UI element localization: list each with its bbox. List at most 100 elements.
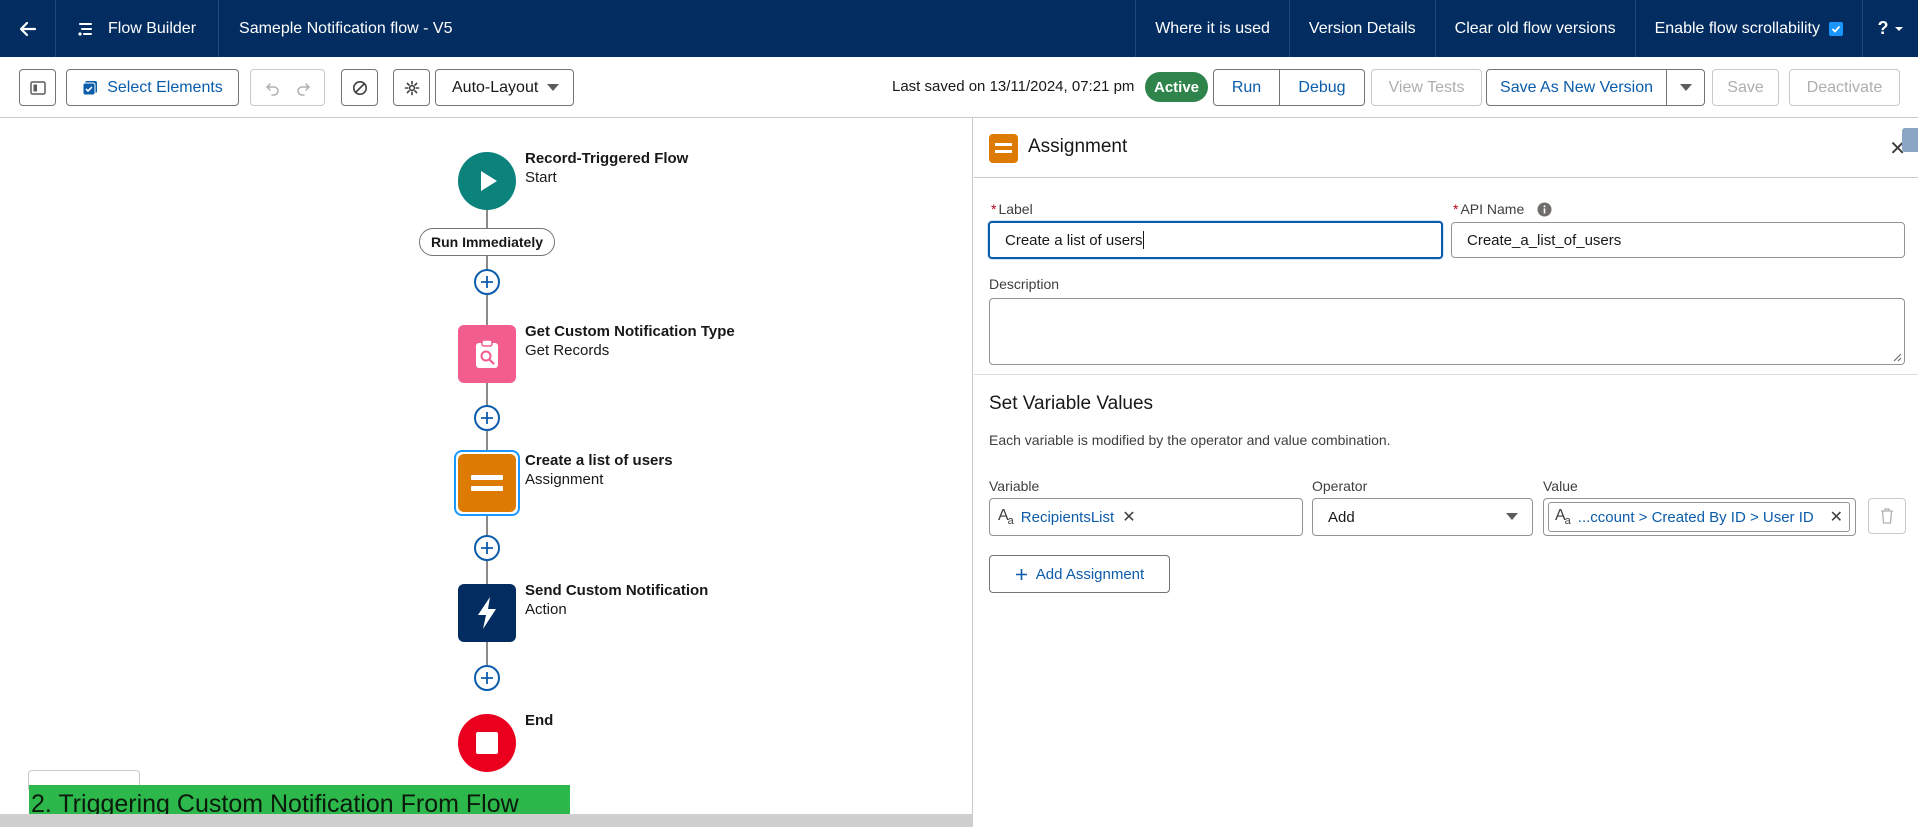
assignment-label: Create a list of users Assignment	[525, 451, 673, 489]
assignment-equals-icon	[471, 475, 503, 491]
horizontal-scrollbar[interactable]	[0, 814, 973, 827]
description-field-label: Description	[989, 276, 1060, 292]
panel-toggle-icon	[29, 80, 46, 95]
panel-header: Assignment ✕	[974, 118, 1918, 178]
chevron-down-icon	[547, 83, 559, 91]
run-button[interactable]: Run	[1213, 69, 1280, 106]
action-label: Send Custom Notification Action	[525, 581, 708, 619]
back-arrow-icon	[19, 21, 36, 36]
api-name-input[interactable]: Create_a_list_of_users	[1451, 222, 1905, 258]
text-type-icon: Aa	[1555, 506, 1571, 528]
settings-button[interactable]	[393, 69, 430, 106]
enable-scrollability-toggle[interactable]: Enable flow scrollability	[1634, 0, 1862, 57]
start-node[interactable]	[458, 152, 516, 210]
label-input[interactable]: Create a list of users	[988, 221, 1443, 259]
operator-value: Add	[1328, 508, 1355, 526]
back-button[interactable]	[0, 0, 56, 57]
status-badge: Active	[1145, 72, 1208, 102]
run-immediately-path[interactable]: Run Immediately	[419, 228, 555, 256]
layout-value: Auto-Layout	[452, 78, 539, 96]
info-icon[interactable]	[1537, 202, 1552, 217]
action-title: Send Custom Notification	[525, 582, 709, 599]
help-icon: ?	[1877, 18, 1889, 38]
plus-icon	[481, 412, 493, 424]
value-input[interactable]: Aa ...ccount > Created By ID > User ID ✕	[1543, 498, 1856, 536]
assignment-node[interactable]	[458, 454, 516, 512]
save-menu-button[interactable]	[1666, 69, 1705, 106]
action-node[interactable]	[458, 584, 516, 642]
value-column-label: Value	[1543, 478, 1578, 494]
version-details-link[interactable]: Version Details	[1288, 0, 1435, 57]
trash-icon	[1881, 508, 1893, 524]
operator-column-label: Operator	[1312, 478, 1368, 494]
section-description: Each variable is modified by the operato…	[989, 432, 1391, 448]
text-type-icon: Aa	[998, 506, 1014, 528]
end-label: End	[525, 711, 553, 730]
app-header: Flow Builder Sameple Notification flow -…	[0, 0, 1918, 57]
chevron-down-icon	[1506, 513, 1518, 520]
checkbox-checked-icon[interactable]	[1829, 21, 1843, 36]
save-as-new-version-button[interactable]: Save As New Version	[1486, 69, 1667, 106]
flow-canvas[interactable]: Record-Triggered Flow Start Run Immediat…	[0, 118, 973, 827]
redo-icon[interactable]	[295, 80, 311, 96]
value-pill: Aa ...ccount > Created By ID > User ID ✕	[1548, 502, 1850, 532]
variable-input[interactable]: Aa RecipientsList ✕	[989, 498, 1303, 536]
view-tests-button[interactable]: View Tests	[1371, 69, 1482, 106]
debug-button[interactable]: Debug	[1279, 69, 1365, 106]
lightning-bolt-icon	[478, 597, 496, 629]
add-element-button[interactable]	[474, 269, 500, 295]
start-subtitle: Start	[525, 169, 557, 186]
toolbar: Select Elements Auto-Layout Last saved o…	[0, 57, 1918, 118]
undo-icon[interactable]	[265, 80, 281, 96]
add-element-button[interactable]	[474, 405, 500, 431]
get-records-subtitle: Get Records	[525, 342, 610, 359]
get-records-label: Get Custom Notification Type Get Records	[525, 322, 735, 360]
start-title: Record-Triggered Flow	[525, 150, 689, 167]
section-title: Set Variable Values	[989, 393, 1154, 414]
gear-icon	[404, 80, 419, 95]
help-menu-button[interactable]: ?	[1862, 0, 1918, 57]
select-elements-button[interactable]: Select Elements	[66, 69, 239, 106]
chevron-down-icon	[1679, 83, 1692, 91]
add-assignment-label: Add Assignment	[1035, 565, 1145, 583]
add-element-button[interactable]	[474, 535, 500, 561]
plus-icon	[481, 672, 493, 684]
get-records-node[interactable]	[458, 325, 516, 383]
end-node[interactable]	[458, 714, 516, 772]
save-button[interactable]: Save	[1712, 69, 1779, 106]
flow-builder-brand: Flow Builder	[56, 0, 220, 57]
variable-column-label: Variable	[989, 478, 1040, 494]
start-node-label: Record-Triggered Flow Start	[525, 149, 688, 187]
remove-variable-icon[interactable]: ✕	[1122, 507, 1135, 527]
get-records-title: Get Custom Notification Type	[525, 323, 735, 340]
section-divider	[974, 374, 1918, 375]
operator-select[interactable]: Add	[1312, 498, 1533, 536]
assignment-title: Create a list of users	[525, 452, 673, 469]
app-name: Flow Builder	[108, 19, 197, 37]
toggle-toolbox-button[interactable]	[19, 69, 56, 106]
flow-name: Sameple Notification flow - V5	[239, 19, 453, 37]
clear-old-versions-link[interactable]: Clear old flow versions	[1434, 0, 1635, 57]
variable-pill: Aa RecipientsList ✕	[998, 507, 1136, 527]
description-textarea[interactable]	[989, 298, 1905, 365]
ban-icon	[352, 80, 367, 95]
record-lookup-icon	[476, 339, 498, 368]
resize-handle-icon[interactable]	[1892, 352, 1902, 362]
plus-icon	[481, 542, 493, 554]
action-subtitle: Action	[525, 601, 567, 618]
end-title: End	[525, 712, 554, 729]
delete-row-button[interactable]	[1868, 498, 1906, 534]
where-used-link[interactable]: Where it is used	[1135, 0, 1289, 57]
variable-value: RecipientsList	[1020, 508, 1115, 526]
layout-select[interactable]: Auto-Layout	[435, 69, 574, 106]
add-assignment-button[interactable]: Add Assignment	[989, 555, 1170, 593]
flow-builder-icon	[78, 22, 92, 36]
api-name-field-label: * API Name	[1453, 201, 1552, 217]
add-element-button[interactable]	[474, 665, 500, 691]
deactivate-button[interactable]: Deactivate	[1789, 69, 1900, 106]
remove-value-icon[interactable]: ✕	[1830, 507, 1843, 527]
assignment-subtitle: Assignment	[525, 471, 604, 488]
label-field-label: * Label	[991, 201, 1033, 217]
panel-collapse-tab[interactable]	[1902, 128, 1918, 152]
errors-button[interactable]	[341, 69, 378, 106]
